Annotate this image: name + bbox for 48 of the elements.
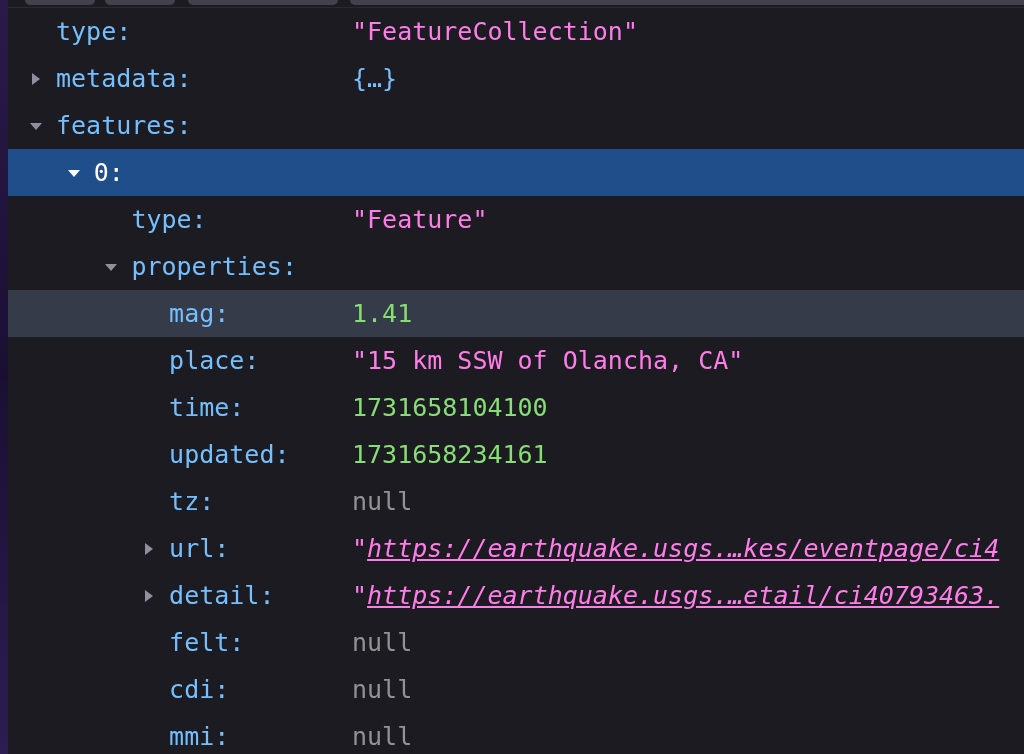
tree-row[interactable]: place: "15 km SSW of Olancha, CA" xyxy=(8,337,1024,384)
json-key: type: xyxy=(131,205,207,234)
tree-row[interactable]: type: "FeatureCollection" xyxy=(8,8,1024,55)
json-value: 1731658234161 xyxy=(352,440,548,469)
tree-row[interactable]: updated: 1731658234161 xyxy=(8,431,1024,478)
tree-row[interactable]: tz: null xyxy=(8,478,1024,525)
tree-row[interactable]: features: xyxy=(8,102,1024,149)
json-key: url: xyxy=(169,534,230,563)
json-key: place: xyxy=(169,346,260,375)
json-key: type: xyxy=(56,17,132,46)
tree-row[interactable]: 0: xyxy=(8,149,1024,196)
tree-row[interactable]: detail: "https://earthquake.usgs.…etail/ci40793463. xyxy=(8,572,1024,619)
json-key: cdi: xyxy=(169,675,230,704)
tree-row[interactable]: cdi: null xyxy=(8,666,1024,713)
tree-row[interactable]: mmi: null xyxy=(8,713,1024,754)
json-key: features: xyxy=(56,111,192,140)
json-key: updated: xyxy=(169,440,290,469)
json-value: "15 km SSW of Olancha, CA" xyxy=(352,346,744,375)
json-value: null xyxy=(352,628,413,657)
json-key: time: xyxy=(169,393,245,422)
json-key: tz: xyxy=(169,487,215,516)
json-key: felt: xyxy=(169,628,245,657)
tree-row[interactable]: felt: null xyxy=(8,619,1024,666)
json-key: mag: xyxy=(169,299,230,328)
tree-row[interactable]: url: "https://earthquake.usgs.…kes/eventpage/ci4 xyxy=(8,525,1024,572)
quote-mark: " xyxy=(352,581,368,610)
tree-row[interactable]: mag: 1.41 xyxy=(8,290,1024,337)
json-value: 1731658104100 xyxy=(352,393,548,422)
json-value: 1.41 xyxy=(352,299,413,328)
json-value: "FeatureCollection" xyxy=(352,17,638,46)
json-key: detail: xyxy=(169,581,275,610)
tree-row[interactable]: properties: xyxy=(8,243,1024,290)
collapsed-triangle-icon[interactable] xyxy=(30,72,42,85)
url-link[interactable]: https://earthquake.usgs.…kes/eventpage/ci4 xyxy=(367,534,1000,563)
tree-row[interactable]: metadata: {…} xyxy=(8,55,1024,102)
tree-row[interactable]: type: "Feature" xyxy=(8,196,1024,243)
json-key: metadata: xyxy=(56,64,192,93)
json-key: 0: xyxy=(93,158,124,187)
url-link[interactable]: https://earthquake.usgs.…etail/ci40793463. xyxy=(367,581,1000,610)
json-key: mmi: xyxy=(169,722,230,751)
json-value: null xyxy=(352,675,413,704)
json-value: null xyxy=(352,722,413,751)
json-key: properties: xyxy=(131,252,297,281)
json-value: {…} xyxy=(352,64,398,93)
quote-mark: " xyxy=(352,534,368,563)
tree-row[interactable]: time: 1731658104100 xyxy=(8,384,1024,431)
json-value: "Feature" xyxy=(352,205,488,234)
json-value: null xyxy=(352,487,413,516)
